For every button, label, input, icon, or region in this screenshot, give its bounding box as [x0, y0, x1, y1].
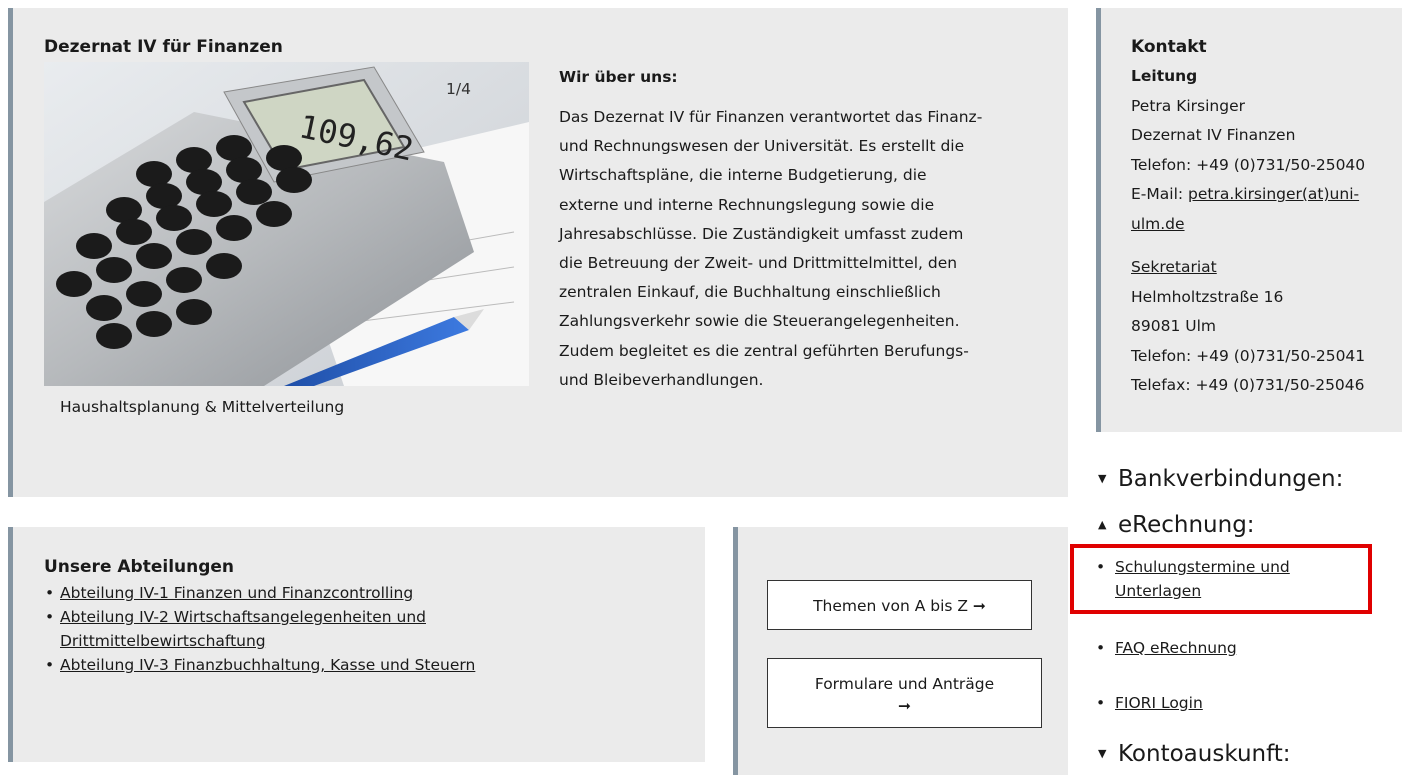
email-label: E-Mail: — [1131, 185, 1189, 203]
accordion-kontoauskunft[interactable]: ▼ Kontoauskunft: — [1098, 741, 1291, 767]
about-line: externe und interne Rechnungslegung sowi… — [559, 195, 935, 214]
about-line: und Rechnungswesen der Universität. Es e… — [559, 137, 965, 156]
leitung-label: Leitung — [1131, 67, 1198, 85]
about-line: Wirtschaftspläne, die interne Budgetieru… — [559, 166, 927, 185]
schulungstermine-line1: Schulungstermine und — [1115, 558, 1290, 576]
about-line: Jahresabschlüsse. Die Zuständigkeit umfa… — [559, 224, 964, 243]
secretariat-street: Helmholtzstraße 16 — [1131, 287, 1284, 306]
forms-button[interactable]: Formulare und Anträge ➞ — [767, 658, 1042, 728]
contact-email: E-Mail: petra.kirsinger(at)uni- — [1131, 180, 1399, 210]
quicklinks-panel — [733, 527, 1068, 775]
contact-phone: Telefon: +49 (0)731/50-25040 — [1131, 155, 1366, 174]
contact-name: Petra Kirsinger — [1131, 96, 1246, 115]
schulungstermine-link[interactable]: Schulungstermine und Unterlagen — [1115, 558, 1290, 600]
secretariat-link[interactable]: Sekretariat — [1131, 258, 1217, 276]
departments-heading: Unsere Abteilungen — [44, 557, 235, 577]
about-heading: Wir über uns: — [559, 68, 678, 86]
about-text: Das Dezernat IV für Finanzen verantworte… — [559, 103, 1059, 395]
themes-a-z-label: Themen von A bis Z ➞ — [813, 597, 986, 615]
accordion-bankverbindungen[interactable]: ▼ Bankverbindungen: — [1098, 466, 1343, 492]
department-link-iv3[interactable]: Abteilung IV-3 Finanzbuchhaltung, Kasse … — [60, 656, 475, 674]
intro-title: Dezernat IV für Finanzen — [44, 37, 283, 57]
arrow-right-icon: ➞ — [898, 697, 911, 715]
secretariat-fax: Telefax: +49 (0)731/50-25046 — [1131, 376, 1365, 394]
image-slider[interactable]: 109,62 — [44, 62, 529, 386]
accordion-label: eRechnung: — [1118, 512, 1255, 538]
departments-list: Abteilung IV-1 Finanzen und Finanzcontro… — [44, 581, 684, 677]
email-link-continued[interactable]: ulm.de — [1131, 215, 1185, 233]
fiori-login-link[interactable]: FIORI Login — [1115, 694, 1203, 712]
forms-label: Formulare und Anträge — [814, 675, 995, 693]
list-item: Abteilung IV-2 Wirtschaftsangelegenheite… — [44, 605, 684, 653]
about-line: und Bleibeverhandlungen. — [559, 370, 764, 389]
about-line: zentralen Einkauf, die Buchhaltung einsc… — [559, 283, 941, 302]
slider-counter: 1/4 — [446, 80, 471, 98]
list-item: Abteilung IV-1 Finanzen und Finanzcontro… — [44, 581, 684, 605]
department-link-iv2-line2: Drittmittelbewirtschaftung — [60, 632, 266, 650]
about-line: Zahlungsverkehr sowie die Steuerangelege… — [559, 312, 960, 331]
list-item: FIORI Login — [1096, 691, 1203, 715]
department-link-iv1[interactable]: Abteilung IV-1 Finanzen und Finanzcontro… — [60, 584, 413, 602]
secretariat-phone: Telefon: +49 (0)731/50-25041 — [1131, 346, 1366, 365]
list-item: FAQ eRechnung — [1096, 636, 1237, 660]
contact-details: Leitung Petra Kirsinger Dezernat IV Fina… — [1131, 62, 1399, 401]
contact-heading: Kontakt — [1131, 37, 1207, 57]
slider-caption: Haushaltsplanung & Mittelverteilung — [60, 398, 345, 416]
accordion-erechnung[interactable]: ▲ eRechnung: — [1098, 512, 1255, 538]
secretariat-city: 89081 Ulm — [1131, 317, 1216, 335]
list-item: Schulungstermine und Unterlagen — [1096, 555, 1290, 603]
triangle-up-icon: ▲ — [1098, 518, 1107, 531]
triangle-down-icon: ▼ — [1098, 747, 1107, 760]
schulungstermine-line2: Unterlagen — [1115, 582, 1202, 600]
list-item: Abteilung IV-3 Finanzbuchhaltung, Kasse … — [44, 653, 684, 677]
contact-unit: Dezernat IV Finanzen — [1131, 126, 1296, 144]
about-line: die Betreuung der Zweit- und Drittmittel… — [559, 254, 958, 273]
about-line: Zudem begleitet es die zentral geführten… — [559, 341, 969, 360]
email-link[interactable]: petra.kirsinger(at)uni- — [1188, 185, 1359, 203]
calculator-image: 109,62 — [44, 62, 529, 386]
accordion-label: Bankverbindungen: — [1118, 466, 1344, 492]
faq-erechnung-link[interactable]: FAQ eRechnung — [1115, 639, 1237, 657]
department-link-iv2[interactable]: Abteilung IV-2 Wirtschaftsangelegenheite… — [60, 608, 426, 650]
themes-a-z-button[interactable]: Themen von A bis Z ➞ — [767, 580, 1032, 630]
accordion-label: Kontoauskunft: — [1118, 741, 1291, 767]
about-line: Das Dezernat IV für Finanzen verantworte… — [559, 108, 983, 126]
department-link-iv2-line1: Abteilung IV-2 Wirtschaftsangelegenheite… — [60, 608, 426, 626]
triangle-down-icon: ▼ — [1098, 472, 1107, 485]
